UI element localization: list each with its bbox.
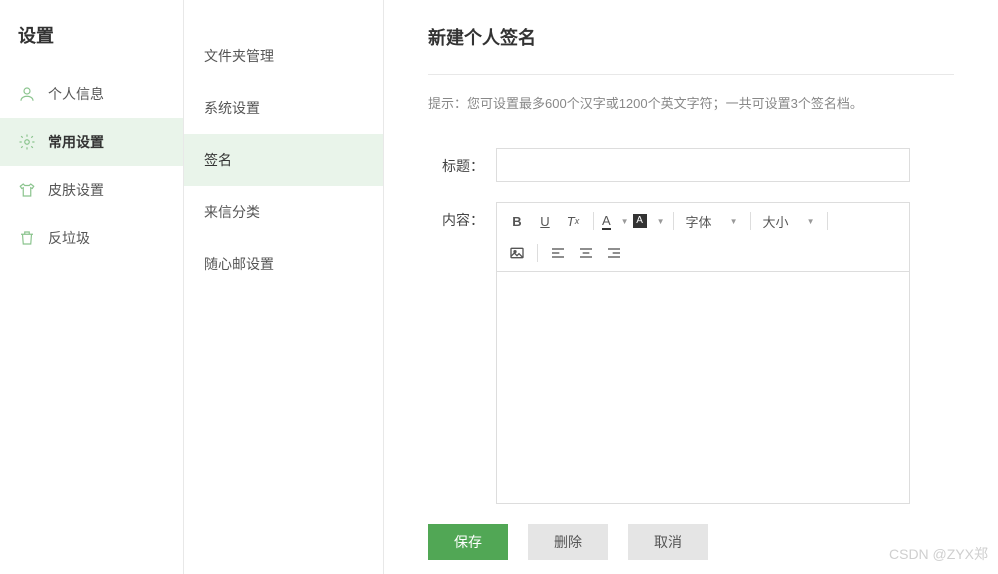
editor-toolbar: B U Tx A▼ A▼ 字体▼ 大小▼: [496, 202, 910, 272]
button-row: 保存 删除 取消: [428, 524, 954, 560]
menu-item-skin-settings[interactable]: 皮肤设置: [0, 166, 183, 214]
title-label: 标题：: [428, 148, 496, 176]
save-button[interactable]: 保存: [428, 524, 508, 560]
bg-color-button[interactable]: A▼: [633, 209, 665, 233]
hint-text: 提示：您可设置最多600个汉字或1200个英文字符；一共可设置3个签名档。: [428, 93, 954, 112]
menu-item-anti-spam[interactable]: 反垃圾: [0, 214, 183, 262]
clear-format-button[interactable]: Tx: [561, 209, 585, 233]
toolbar-separator: [537, 244, 538, 262]
trash-icon: [18, 229, 36, 247]
size-dropdown[interactable]: 大小▼: [759, 209, 819, 233]
delete-button[interactable]: 删除: [528, 524, 608, 560]
main-content: 新建个人签名 提示：您可设置最多600个汉字或1200个英文字符；一共可设置3个…: [384, 0, 998, 574]
subnav-folder-management[interactable]: 文件夹管理: [184, 30, 383, 82]
page-title: 新建个人签名: [428, 24, 954, 75]
menu-item-common-settings[interactable]: 常用设置: [0, 118, 183, 166]
bold-button[interactable]: B: [505, 209, 529, 233]
align-right-button[interactable]: [602, 241, 626, 265]
toolbar-separator: [750, 212, 751, 230]
menu-label: 皮肤设置: [48, 180, 104, 200]
menu-label: 常用设置: [48, 132, 104, 152]
menu-item-personal-info[interactable]: 个人信息: [0, 70, 183, 118]
align-center-button[interactable]: [574, 241, 598, 265]
menu-label: 反垃圾: [48, 228, 90, 248]
sidebar-title: 设置: [0, 0, 183, 70]
toolbar-separator: [593, 212, 594, 230]
subnav-system-settings[interactable]: 系统设置: [184, 82, 383, 134]
subnav-mail-classification[interactable]: 来信分类: [184, 186, 383, 238]
person-icon: [18, 85, 36, 103]
font-dropdown[interactable]: 字体▼: [682, 209, 742, 233]
cancel-button[interactable]: 取消: [628, 524, 708, 560]
sidebar-sub: 文件夹管理 系统设置 签名 来信分类 随心邮设置: [184, 0, 384, 574]
editor-wrapper: B U Tx A▼ A▼ 字体▼ 大小▼: [496, 202, 910, 504]
align-left-button[interactable]: [546, 241, 570, 265]
form-row-content: 内容： B U Tx A▼ A▼ 字体▼ 大小▼: [428, 202, 954, 504]
title-input[interactable]: [496, 148, 910, 182]
form-row-title: 标题：: [428, 148, 954, 182]
underline-button[interactable]: U: [533, 209, 557, 233]
menu-label: 个人信息: [48, 84, 104, 104]
sidebar-main: 设置 个人信息 常用设置 皮肤设置 反垃圾: [0, 0, 184, 574]
text-color-button[interactable]: A▼: [602, 209, 629, 233]
editor-textarea[interactable]: [496, 272, 910, 504]
subnav-freemail-settings[interactable]: 随心邮设置: [184, 238, 383, 290]
gear-icon: [18, 133, 36, 151]
shirt-icon: [18, 181, 36, 199]
subnav-signature[interactable]: 签名: [184, 134, 383, 186]
image-button[interactable]: [505, 241, 529, 265]
toolbar-separator: [673, 212, 674, 230]
toolbar-separator: [827, 212, 828, 230]
content-label: 内容：: [428, 202, 496, 230]
